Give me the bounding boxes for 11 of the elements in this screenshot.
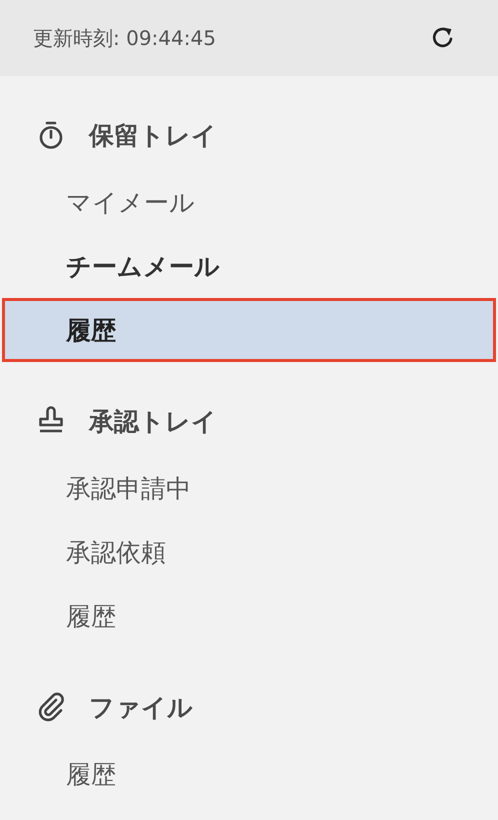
section-heading: 承認トレイ <box>89 406 217 438</box>
menu-item[interactable]: マイメール <box>2 170 496 234</box>
updated-time: 更新時刻: 09:44:45 <box>33 24 216 52</box>
section-heading: ファイル <box>89 692 193 724</box>
menu-item[interactable]: 履歴 <box>2 298 496 362</box>
menu-item[interactable]: チームメール <box>2 234 496 298</box>
menu-item[interactable]: 承認申請中 <box>2 456 496 520</box>
menu-item[interactable]: 履歴 <box>2 584 496 648</box>
menu-item[interactable]: 承認依頼 <box>2 520 496 584</box>
menu-item[interactable]: 履歴 <box>2 742 496 806</box>
section-heading: 保留トレイ <box>89 120 217 152</box>
